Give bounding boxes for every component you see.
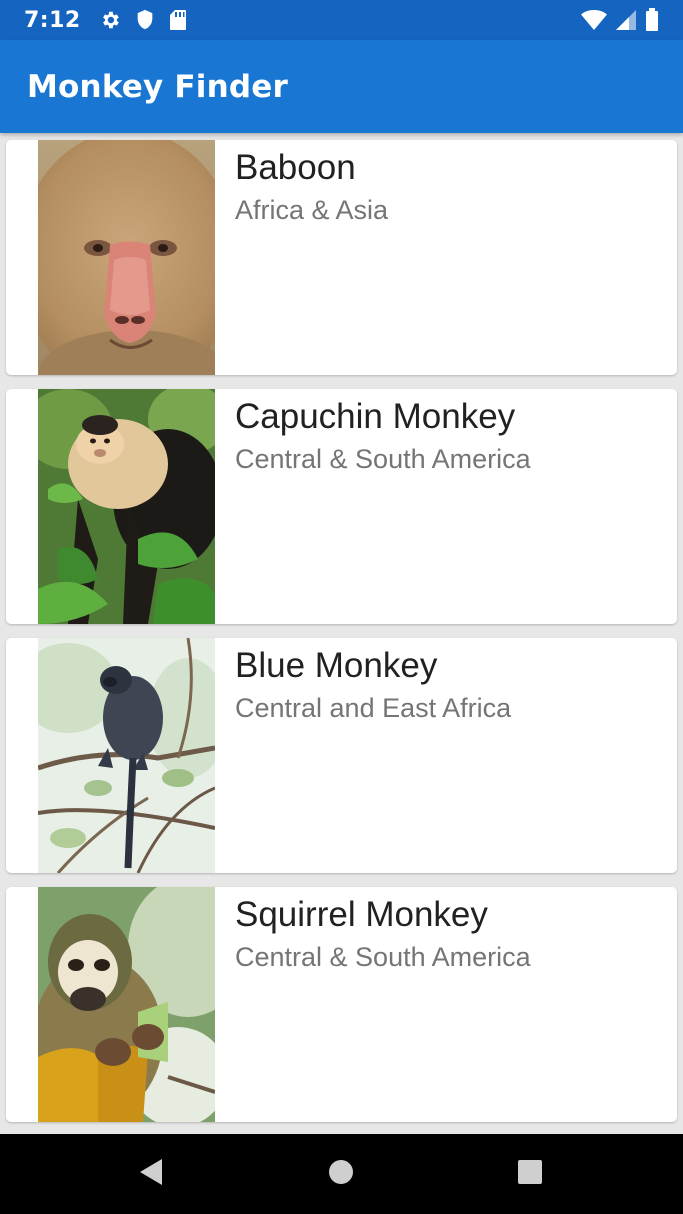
monkey-name: Blue Monkey bbox=[235, 646, 438, 685]
home-button[interactable] bbox=[301, 1134, 381, 1214]
monkey-list[interactable]: Baboon Africa & Asia Capuchin Monkey Cen… bbox=[0, 133, 683, 1133]
wifi-icon bbox=[581, 9, 607, 31]
monkey-location: Africa & Asia bbox=[235, 195, 389, 225]
settings-icon bbox=[99, 9, 121, 31]
monkey-list-item[interactable]: Baboon Africa & Asia bbox=[6, 140, 677, 375]
recents-icon bbox=[517, 1159, 543, 1189]
battery-icon bbox=[645, 8, 659, 32]
monkey-location: Central & South America bbox=[235, 942, 531, 972]
sd-card-icon bbox=[169, 9, 187, 31]
app-title: Monkey Finder bbox=[27, 68, 288, 105]
monkey-name: Baboon bbox=[235, 148, 356, 187]
monkey-location: Central & South America bbox=[235, 444, 531, 474]
monkey-name: Squirrel Monkey bbox=[235, 895, 488, 934]
back-icon bbox=[138, 1158, 164, 1190]
squirrel-monkey-photo bbox=[38, 887, 215, 1122]
monkey-list-item[interactable]: Blue Monkey Central and East Africa bbox=[6, 638, 677, 873]
status-time: 7:12 bbox=[24, 7, 81, 33]
recents-button[interactable] bbox=[490, 1134, 570, 1214]
home-icon bbox=[328, 1159, 354, 1189]
monkey-list-item[interactable]: Capuchin Monkey Central & South America bbox=[6, 389, 677, 624]
monkey-location: Central and East Africa bbox=[235, 693, 512, 723]
shield-icon bbox=[135, 9, 155, 31]
status-icons-right bbox=[581, 8, 659, 32]
capuchin-photo bbox=[38, 389, 215, 624]
monkey-list-item[interactable]: Squirrel Monkey Central & South America bbox=[6, 887, 677, 1122]
blue-monkey-photo bbox=[38, 638, 215, 873]
system-navigation-bar bbox=[0, 1134, 683, 1214]
status-icons-left bbox=[99, 9, 187, 31]
app-bar: Monkey Finder bbox=[0, 40, 683, 133]
status-bar: 7:12 bbox=[0, 0, 683, 40]
baboon-photo bbox=[38, 140, 215, 375]
monkey-name: Capuchin Monkey bbox=[235, 397, 516, 436]
back-button[interactable] bbox=[111, 1134, 191, 1214]
signal-icon bbox=[615, 9, 637, 31]
